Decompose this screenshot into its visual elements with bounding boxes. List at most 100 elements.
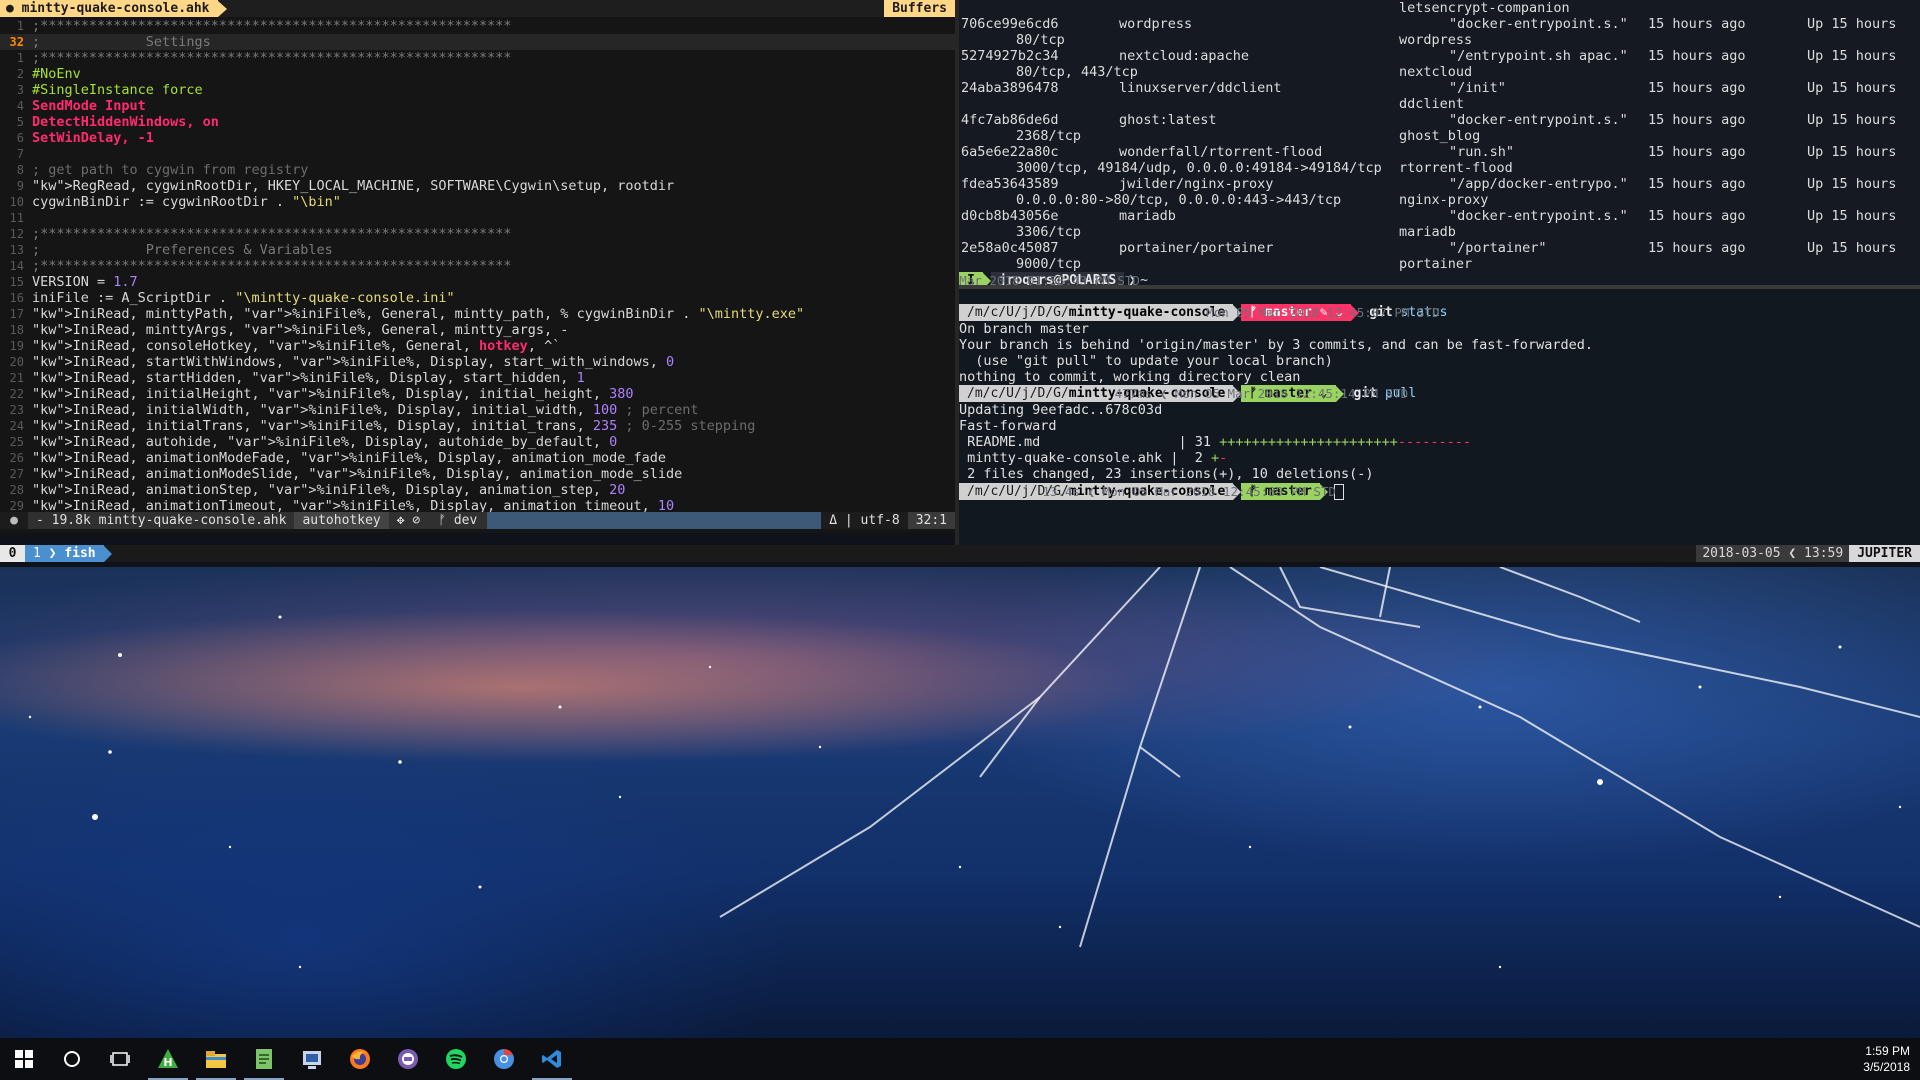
code-line[interactable]: 24 "kw">IniRead, initialTrans, "var">%ini… bbox=[0, 418, 955, 434]
line-number: 25 bbox=[9, 435, 24, 449]
line-number: 32 bbox=[9, 35, 24, 49]
code-line[interactable]: 22 "kw">IniRead, initialHeight, "var">%in… bbox=[0, 386, 955, 402]
prompt-path: /m/c/U/j/D/G/mintty-quake-console bbox=[959, 304, 1234, 321]
vim-statusline: ● - 19.8k mintty-quake-console.ahk autoh… bbox=[0, 512, 955, 529]
code-line[interactable]: 32 ; Settings bbox=[0, 34, 955, 50]
tmux-window-tab[interactable]: 1 ❯ fish bbox=[25, 545, 104, 562]
container-created: 15 hours ago bbox=[1648, 16, 1746, 32]
cortana-search-icon[interactable] bbox=[48, 1038, 96, 1080]
notepad-icon[interactable] bbox=[240, 1038, 288, 1080]
container-image: wordpress bbox=[1119, 16, 1193, 32]
container-name: letsencrypt-companion bbox=[1399, 0, 1570, 16]
code-text: "kw">IniRead, animationModeFade, "var">%… bbox=[32, 450, 666, 466]
file-explorer-icon[interactable] bbox=[192, 1038, 240, 1080]
vim-tabline: ● mintty-quake-console.ahk Buffers bbox=[0, 0, 955, 17]
code-line[interactable]: 11 bbox=[0, 210, 955, 226]
line-number: 13 bbox=[9, 243, 24, 257]
diff-summary: 2 files changed, 23 insertions(+), 10 de… bbox=[959, 466, 1374, 482]
container-command: "docker-entrypoint.s." bbox=[1449, 16, 1628, 32]
container-name: mariadb bbox=[1399, 224, 1456, 240]
code-text: SetWinDelay, -1 bbox=[32, 130, 154, 146]
firefox-icon[interactable] bbox=[336, 1038, 384, 1080]
code-line[interactable]: 23 "kw">IniRead, initialWidth, "var">%ini… bbox=[0, 402, 955, 418]
code-line[interactable]: 7 bbox=[0, 146, 955, 162]
code-line[interactable]: 1 ;**************************************… bbox=[0, 18, 955, 34]
code-text: "kw">IniRead, startWithWindows, "var">%i… bbox=[32, 354, 675, 370]
code-line[interactable]: 18 "kw">IniRead, minttyArgs, "var">%iniFi… bbox=[0, 322, 955, 338]
container-id: 706ce99e6cd6 bbox=[961, 16, 1059, 32]
code-line[interactable]: 3 #SingleInstance force bbox=[0, 82, 955, 98]
code-line[interactable]: 2 #NoEnv bbox=[0, 66, 955, 82]
code-line[interactable]: 8 ; get path to cygwin from registry bbox=[0, 162, 955, 178]
vim-editor-pane[interactable]: ● mintty-quake-console.ahk Buffers 1 ;***… bbox=[0, 0, 955, 533]
container-image: jwilder/nginx-proxy bbox=[1119, 176, 1274, 192]
git-output-line: (use "git pull" to update your local bra… bbox=[959, 353, 1333, 369]
tab-active-file[interactable]: ● mintty-quake-console.ahk bbox=[0, 0, 218, 17]
code-text: cygwinBinDir := cygwinRootDir . "\bin" bbox=[32, 194, 341, 210]
app-purple-icon[interactable] bbox=[384, 1038, 432, 1080]
line-number: 21 bbox=[9, 371, 24, 385]
code-line[interactable]: 27 "kw">IniRead, animationModeSlide, "var… bbox=[0, 466, 955, 482]
docker-ps-pane[interactable]: letsencrypt-companion 706ce99e6cd6 wordpre… bbox=[959, 0, 1920, 285]
code-line[interactable]: 16 iniFile := A_ScriptDir . "\mintty-quak… bbox=[0, 290, 955, 306]
code-line[interactable]: 14 ;*************************************… bbox=[0, 258, 955, 274]
autohotkey-icon[interactable]: H bbox=[144, 1038, 192, 1080]
code-line[interactable]: 9 "kw">RegRead, cygwinRootDir, HKEY_LOCAL… bbox=[0, 178, 955, 194]
prompt-time: 143ms ❮ Mon 05 Mar 2018 01:58:43 PM STD bbox=[959, 273, 1140, 285]
code-line[interactable]: 15 VERSION = 1.7 bbox=[0, 274, 955, 290]
container-image: nextcloud:apache bbox=[1119, 48, 1250, 64]
tmux-session[interactable]: 0 bbox=[0, 545, 25, 562]
container-command: "/init" bbox=[1449, 80, 1506, 96]
windows-start-icon[interactable] bbox=[0, 1038, 48, 1080]
buffers-label[interactable]: Buffers bbox=[884, 0, 955, 17]
code-line[interactable]: 21 "kw">IniRead, startHidden, "var">%iniF… bbox=[0, 370, 955, 386]
container-name: wordpress bbox=[1399, 32, 1473, 48]
system-clock[interactable]: 1:59 PM 3/5/2018 bbox=[1863, 1043, 1910, 1075]
container-command: "run.sh" bbox=[1449, 144, 1515, 160]
container-id: 6a5e6e22a80c bbox=[961, 144, 1059, 160]
code-line[interactable]: 20 "kw">IniRead, startWithWindows, "var">… bbox=[0, 354, 955, 370]
git-prompt-3[interactable]: /m/c/U/j/D/G/mintty-quake-console ᚠ mast… bbox=[959, 483, 1344, 500]
code-line[interactable]: 12 ;*************************************… bbox=[0, 226, 955, 242]
prompt-time: Mon 05 Mar 2018 12:45:07 PM STD bbox=[1206, 305, 1440, 320]
code-area[interactable]: 1 ;**************************************… bbox=[0, 17, 955, 514]
code-line[interactable]: 4 SendMode Input bbox=[0, 98, 955, 114]
vscode-icon[interactable] bbox=[528, 1038, 576, 1080]
line-number: 7 bbox=[16, 147, 24, 161]
git-terminal-pane[interactable]: /m/c/U/j/D/G/mintty-quake-console ᚠ mast… bbox=[959, 289, 1920, 545]
code-text: "kw">IniRead, initialTrans, "var">%iniFi… bbox=[32, 418, 756, 434]
code-line[interactable]: 6 SetWinDelay, -1 bbox=[0, 130, 955, 146]
code-line[interactable]: 13 ; Preferences & Variables bbox=[0, 242, 955, 258]
vim-status-filetype: autohotkey bbox=[294, 512, 389, 529]
code-line[interactable]: 1 ;**************************************… bbox=[0, 50, 955, 66]
code-text: iniFile := A_ScriptDir . "\mintty-quake-… bbox=[32, 290, 455, 306]
line-number: 15 bbox=[9, 275, 24, 289]
line-number: 16 bbox=[9, 291, 24, 305]
tmux-status-bar: 0 1 ❯ fish 2018-03-05 ❮ 13:59 JUPITER bbox=[0, 545, 1920, 562]
code-line[interactable]: 19 "kw">IniRead, consoleHotkey, "var">%in… bbox=[0, 338, 955, 354]
code-text: "kw">IniRead, minttyPath, "var">%iniFile… bbox=[32, 306, 805, 322]
container-ports: 2368/tcp bbox=[1016, 128, 1082, 144]
container-ports: 3306/tcp bbox=[1016, 224, 1082, 240]
code-line[interactable]: 28 "kw">IniRead, animationStep, "var">%in… bbox=[0, 482, 955, 498]
app-icon[interactable] bbox=[288, 1038, 336, 1080]
code-text: ;***************************************… bbox=[32, 258, 512, 274]
spotify-icon[interactable] bbox=[432, 1038, 480, 1080]
task-view-icon[interactable] bbox=[96, 1038, 144, 1080]
code-line[interactable]: 26 "kw">IniRead, animationModeFade, "var"… bbox=[0, 450, 955, 466]
code-line[interactable]: 5 DetectHiddenWindows, on bbox=[0, 114, 955, 130]
clock-time: 1:59 PM bbox=[1865, 1044, 1910, 1058]
container-id: d0cb8b43056e bbox=[961, 208, 1059, 224]
code-text: #SingleInstance force bbox=[32, 82, 203, 98]
chrome-icon[interactable] bbox=[480, 1038, 528, 1080]
container-image: portainer/portainer bbox=[1119, 240, 1274, 256]
code-line[interactable]: 10 cygwinBinDir := cygwinRootDir . "\bin" bbox=[0, 194, 955, 210]
container-created: 15 hours ago bbox=[1648, 144, 1746, 160]
code-line[interactable]: 17 "kw">IniRead, minttyPath, "var">%iniFi… bbox=[0, 306, 955, 322]
code-text: "kw">IniRead, initialHeight, "var">%iniF… bbox=[32, 386, 634, 402]
code-text: "kw">IniRead, initialWidth, "var">%iniFi… bbox=[32, 402, 699, 418]
code-line[interactable]: 25 "kw">IniRead, autohide, "var">%iniFile… bbox=[0, 434, 955, 450]
container-id: fdea53643589 bbox=[961, 176, 1059, 192]
container-created: 15 hours ago bbox=[1648, 208, 1746, 224]
